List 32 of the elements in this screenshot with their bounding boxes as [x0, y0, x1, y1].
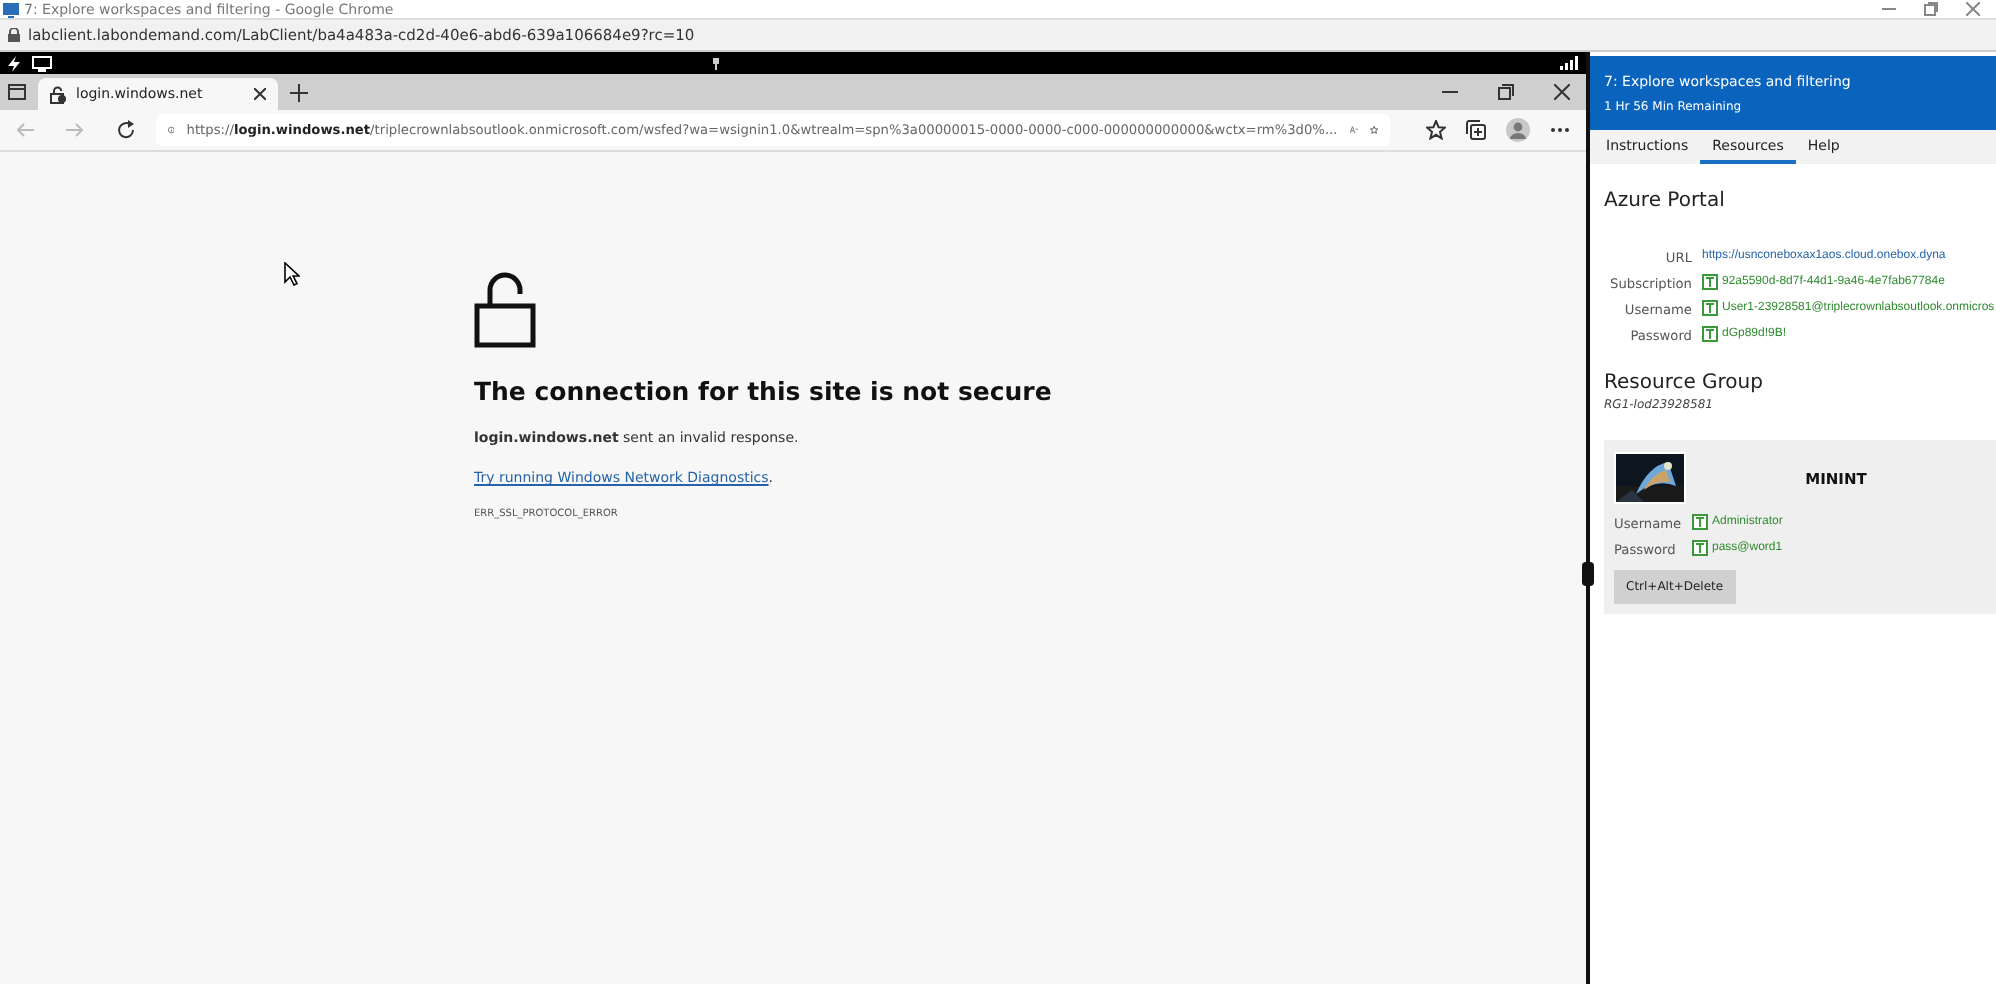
refresh-icon[interactable] [116, 120, 136, 140]
cursor-icon [284, 262, 300, 286]
section-heading: Resource Group [1604, 372, 1765, 394]
restore-icon[interactable] [1498, 84, 1514, 100]
collections-icon[interactable] [1466, 120, 1486, 140]
close-icon[interactable] [254, 88, 266, 100]
copy-text-icon[interactable] [1692, 540, 1708, 556]
unlocked-padlock-icon [474, 272, 538, 348]
favorite-add-icon[interactable] [1369, 120, 1378, 140]
remote-desktop-icon [2, 1, 20, 17]
lock-icon [8, 28, 20, 42]
close-icon[interactable] [1554, 84, 1570, 100]
read-aloud-icon[interactable] [1349, 122, 1358, 138]
profile-icon[interactable] [1506, 118, 1530, 142]
copy-text-icon[interactable] [1702, 300, 1718, 316]
new-tab-icon[interactable] [290, 83, 308, 101]
pin-icon[interactable] [712, 58, 720, 70]
minimize-icon[interactable] [1882, 2, 1896, 16]
more-icon[interactable] [1550, 126, 1570, 134]
copy-text-icon[interactable] [1692, 514, 1708, 530]
info-icon [168, 122, 175, 138]
section-heading: Azure Portal [1604, 190, 1727, 212]
tab-actions-icon[interactable] [8, 84, 26, 100]
favorites-icon[interactable] [1426, 120, 1446, 140]
monitor-icon[interactable] [32, 55, 52, 71]
lightning-icon[interactable] [8, 55, 20, 71]
error-heading: The connection for this site is not secure [474, 376, 1052, 406]
copy-text-icon[interactable] [1702, 274, 1718, 290]
site-warning-icon [50, 85, 66, 103]
copy-text-icon[interactable] [1702, 326, 1718, 342]
restore-icon[interactable] [1924, 2, 1938, 16]
signal-icon [1560, 56, 1578, 70]
